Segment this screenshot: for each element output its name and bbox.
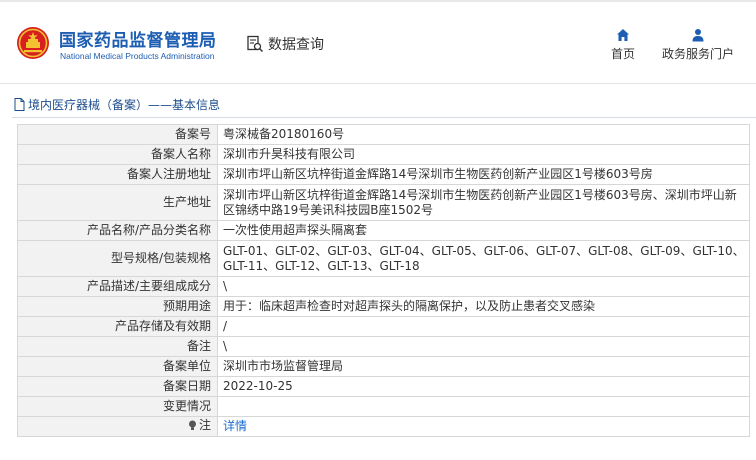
table-row: 备案单位 深圳市市场监督管理局 <box>17 356 750 377</box>
field-label: 生产地址 <box>17 184 218 221</box>
nav-gov-service[interactable]: 政务服务门户 <box>660 28 736 62</box>
field-label: 型号规格/包装规格 <box>17 240 218 277</box>
record-info-table: 备案号 粤深械备20180160号 备案人名称 深圳市升昊科技有限公司 备案人注… <box>17 124 750 437</box>
data-query-link[interactable]: 数据查询 <box>246 34 324 54</box>
document-search-icon <box>247 35 264 53</box>
field-label: 产品名称/产品分类名称 <box>17 220 218 241</box>
nav-home-label: 首页 <box>610 47 635 61</box>
field-value: 深圳市坪山新区坑梓街道金辉路14号深圳市生物医药创新产业园区1号楼603号房、深… <box>217 184 750 221</box>
section-title: 境内医疗器械（备案）——基本信息 <box>14 95 220 113</box>
field-value: 深圳市坪山新区坑梓街道金辉路14号深圳市生物医药创新产业园区1号楼603号房 <box>217 164 750 185</box>
field-label: 备案号 <box>17 124 218 145</box>
document-icon <box>14 97 25 111</box>
data-query-label: 数据查询 <box>268 37 324 53</box>
table-row: 备案号 粤深械备20180160号 <box>17 124 750 145</box>
table-row: 预期用途 用于：临床超声检查时对超声探头的隔离保护，以及防止患者交叉感染 <box>17 296 750 317</box>
table-row: 备案日期 2022-10-25 <box>17 376 750 397</box>
nav-gov-service-label: 政务服务门户 <box>661 47 734 61</box>
field-label: 备案日期 <box>17 376 218 397</box>
table-row: 备案人注册地址 深圳市坪山新区坑梓街道金辉路14号深圳市生物医药创新产业园区1号… <box>17 164 750 185</box>
lightbulb-icon <box>188 420 196 430</box>
home-icon <box>617 29 629 41</box>
field-label: 产品描述/主要组成成分 <box>17 276 218 297</box>
note-key: 注 <box>188 418 211 433</box>
field-value: 详情 <box>217 416 750 437</box>
table-row: 备注 \ <box>17 336 750 357</box>
field-value: 2022-10-25 <box>217 376 750 397</box>
table-row: 变更情况 <box>17 396 750 417</box>
field-label: 注 <box>198 418 211 432</box>
field-label: 备案单位 <box>17 356 218 377</box>
nav-home[interactable]: 首页 <box>606 28 640 62</box>
field-value: \ <box>217 276 750 297</box>
table-row: 型号规格/包装规格 GLT-01、GLT-02、GLT-03、GLT-04、GL… <box>17 240 750 277</box>
table-row: 生产地址 深圳市坪山新区坑梓街道金辉路14号深圳市生物医药创新产业园区1号楼60… <box>17 184 750 221</box>
field-label: 预期用途 <box>17 296 218 317</box>
field-value: 用于：临床超声检查时对超声探头的隔离保护，以及防止患者交叉感染 <box>217 296 750 317</box>
section-title-text: 境内医疗器械（备案）——基本信息 <box>28 97 221 112</box>
field-label: 产品存储及有效期 <box>17 316 218 337</box>
field-label: 变更情况 <box>17 396 218 417</box>
table-row: 产品描述/主要组成成分 \ <box>17 276 750 297</box>
field-value: 深圳市市场监督管理局 <box>217 356 750 377</box>
field-value: / <box>217 316 750 337</box>
field-value: \ <box>217 336 750 357</box>
table-row: 备案人名称 深圳市升昊科技有限公司 <box>17 144 750 165</box>
field-value <box>217 396 750 417</box>
field-label: 备注 <box>17 336 218 357</box>
site-subtitle: National Medical Products Administration <box>60 51 215 61</box>
national-emblem-icon <box>17 27 49 59</box>
site-header: 国家药品监督管理局 National Medical Products Admi… <box>0 0 756 84</box>
field-label: 备案人注册地址 <box>17 164 218 185</box>
user-icon <box>692 29 704 42</box>
field-value: 一次性使用超声探头隔离套 <box>217 220 750 241</box>
field-value: 粤深械备20180160号 <box>217 124 750 145</box>
section-divider <box>12 117 756 118</box>
note-label-cell: 注 <box>17 416 218 437</box>
table-row: 注 详情 <box>17 416 750 437</box>
field-value: 深圳市升昊科技有限公司 <box>217 144 750 165</box>
table-row: 产品存储及有效期 / <box>17 316 750 337</box>
details-link[interactable]: 详情 <box>223 419 247 433</box>
field-label: 备案人名称 <box>17 144 218 165</box>
field-value: GLT-01、GLT-02、GLT-03、GLT-04、GLT-05、GLT-0… <box>217 240 750 277</box>
site-title[interactable]: 国家药品监督管理局 <box>59 26 217 51</box>
table-row: 产品名称/产品分类名称 一次性使用超声探头隔离套 <box>17 220 750 241</box>
